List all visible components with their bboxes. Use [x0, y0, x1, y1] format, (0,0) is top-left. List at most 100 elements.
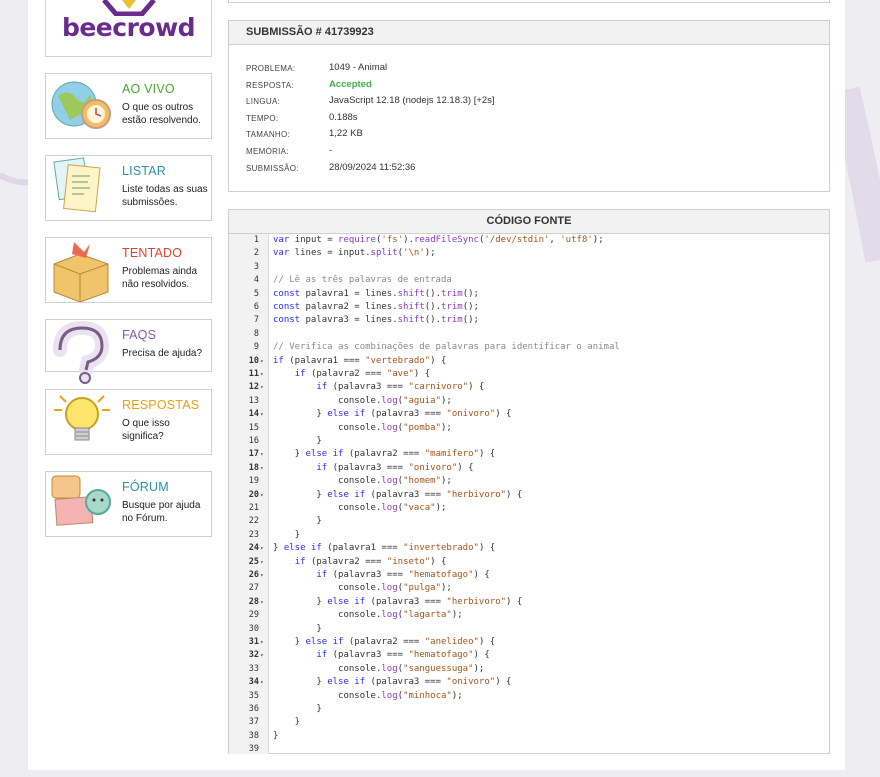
info-value: - — [329, 145, 333, 156]
code-text: } else if (palavra3 === "herbivoro") { — [273, 596, 523, 607]
fold-arrow-icon[interactable]: ▾ — [260, 596, 264, 609]
code-line: 34 ▾ } else if (palavra3 === "onivoro") { — [229, 676, 829, 689]
line-number: 15 — [248, 422, 259, 433]
code-panel: CÓDIGO FONTE 1 var input = require('fs').… — [228, 209, 830, 754]
line-number: 39 — [248, 744, 259, 755]
code-text: const palavra1 = lines.shift().trim(); — [273, 288, 479, 299]
sidebar-item-faqs[interactable]: FAQS Precisa de ajuda? — [45, 319, 212, 384]
info-label: MEMÓRIA: — [246, 147, 289, 156]
code-text: } — [273, 730, 279, 741]
code-text: if (palavra2 === "ave") { — [294, 369, 431, 379]
sidebar-item-respostas[interactable]: RESPOSTAS O que isso significa? — [45, 389, 212, 455]
code-line: 28 ▾ } else if (palavra3 === "herbivoro")… — [229, 596, 829, 609]
code-line: 19 console.log("homem"); — [229, 475, 829, 488]
code-text: console.log("homem"); — [273, 476, 452, 487]
fold-arrow-icon[interactable]: ▾ — [260, 381, 264, 394]
code-text: console.log("aguia"); — [273, 395, 452, 406]
fold-arrow-icon[interactable]: ▾ — [260, 569, 264, 582]
line-number: 35 — [248, 690, 259, 701]
sidebar-item-description: Problemas ainda não resolvidos. — [122, 266, 198, 290]
line-number: 25 — [248, 556, 259, 567]
sidebar-item-forum[interactable]: FÓRUM Busque por ajuda no Fórum. — [45, 471, 212, 537]
line-number: 16 — [248, 436, 259, 446]
code-line: 38} — [229, 730, 829, 743]
code-text: } — [273, 516, 322, 527]
code-text: } else if (palavra2 === "anelideo") { — [273, 637, 496, 647]
fold-arrow-icon[interactable]: ▾ — [260, 462, 264, 475]
fold-arrow-icon[interactable]: ▾ — [260, 408, 264, 421]
line-number: 22 — [248, 516, 259, 527]
fold-arrow-icon[interactable]: ▾ — [260, 368, 264, 381]
code-text: if (palavra1 === "vertebrado") { — [273, 355, 447, 366]
code-line: 5 const palavra1 = lines.shift().trim(); — [229, 288, 829, 301]
code-line: 24 ▾} else if (palavra1 === "invertebrado… — [229, 542, 829, 555]
code-line: 17 ▾ } else if (palavra2 === "mamifero") … — [229, 448, 829, 461]
code-text: } — [273, 623, 322, 634]
code-text: if (palavra3 === "hematofago") { — [316, 570, 490, 580]
line-number: 7 — [253, 315, 259, 326]
line-number: 20 — [248, 489, 259, 500]
code-text: console.log("vaca"); — [273, 503, 447, 513]
code-text: } — [273, 436, 322, 446]
line-number: 34 — [248, 677, 259, 688]
line-number: 21 — [248, 503, 259, 513]
code-line: 26 ▾ if (palavra3 === "hematofago") { — [229, 569, 829, 582]
fold-arrow-icon[interactable]: ▾ — [260, 355, 264, 368]
sidebar-item-title: TENTADO — [122, 246, 183, 260]
code-line: 9 // Verifica as combinações de palavras … — [229, 341, 829, 354]
code-line: 30 } — [229, 623, 829, 636]
line-number: 9 — [253, 342, 259, 353]
line-number: 32 — [248, 650, 259, 661]
code-line: 8 — [229, 328, 829, 341]
code-line: 2 var lines = input.split('\n'); — [229, 247, 829, 260]
code-text: } else if (palavra2 === "mamifero") { — [273, 449, 496, 460]
line-number: 5 — [253, 288, 259, 299]
fold-arrow-icon[interactable]: ▾ — [260, 542, 264, 555]
code-line: 25 ▾ if (palavra2 === "inseto") { — [229, 556, 829, 569]
info-label: RESPOSTA: — [246, 80, 294, 90]
code-line: 29 console.log("lagarta"); — [229, 609, 829, 622]
line-number: 10 — [248, 355, 259, 366]
code-line: 16 } — [229, 435, 829, 448]
fold-arrow-icon[interactable]: ▾ — [260, 636, 264, 649]
line-number: 31 — [248, 637, 259, 647]
fold-arrow-icon[interactable]: ▾ — [260, 448, 264, 461]
fold-arrow-icon[interactable]: ▾ — [260, 676, 264, 689]
code-line: 20 ▾ } else if (palavra3 === "herbivoro")… — [229, 489, 829, 502]
code-line: 39 — [229, 743, 829, 756]
sidebar-item-tentado[interactable]: TENTADO Problemas ainda não resolvidos. — [45, 237, 212, 303]
line-number: 3 — [253, 261, 259, 272]
code-line: 33 console.log("sanguessuga"); — [229, 663, 829, 676]
sidebar-item-title: AO VIVO — [122, 82, 175, 96]
page-container: beecrowd AO VIVO O que os outros estão re… — [28, 0, 845, 770]
code-text: if (palavra3 === "hematofago") { — [316, 650, 490, 661]
sidebar-item-description: Precisa de ajuda? — [122, 348, 203, 359]
code-text: console.log("minhoca"); — [273, 690, 463, 701]
code-line: 21 console.log("vaca"); — [229, 502, 829, 515]
sidebar-item-listar[interactable]: LISTAR Liste todas as suas submissões. — [45, 155, 212, 221]
code-text: var lines = input.split('\n'); — [273, 248, 436, 259]
code-text: } — [273, 529, 301, 540]
code-line: 22 } — [229, 515, 829, 528]
line-number: 17 — [248, 449, 259, 460]
logo[interactable]: beecrowd — [45, 0, 212, 57]
code-text: } — [273, 704, 322, 714]
code-line: 35 console.log("minhoca"); — [229, 690, 829, 703]
fold-arrow-icon[interactable]: ▾ — [260, 489, 264, 502]
line-number: 26 — [248, 570, 259, 580]
sidebar-item-ao-vivo[interactable]: AO VIVO O que os outros estão resolvendo. — [45, 73, 212, 139]
line-number: 28 — [248, 596, 259, 607]
code-header: CÓDIGO FONTE — [229, 210, 829, 234]
fold-arrow-icon[interactable]: ▾ — [260, 649, 264, 662]
code-line: 4 // Lê as três palavras de entrada — [229, 274, 829, 287]
code-text: } else if (palavra3 === "onivoro") { — [273, 677, 512, 688]
sidebar-item-description: Busque por ajuda no Fórum. — [122, 500, 201, 524]
fold-arrow-icon[interactable]: ▾ — [260, 556, 264, 569]
line-number: 1 — [253, 235, 259, 245]
line-number: 11 — [248, 369, 259, 379]
line-number: 14 — [248, 409, 259, 420]
line-number: 23 — [248, 529, 259, 540]
sidebar-item-title: RESPOSTAS — [122, 398, 200, 412]
code-line: 15 console.log("pomba"); — [229, 422, 829, 435]
question-mark-icon — [53, 320, 110, 384]
